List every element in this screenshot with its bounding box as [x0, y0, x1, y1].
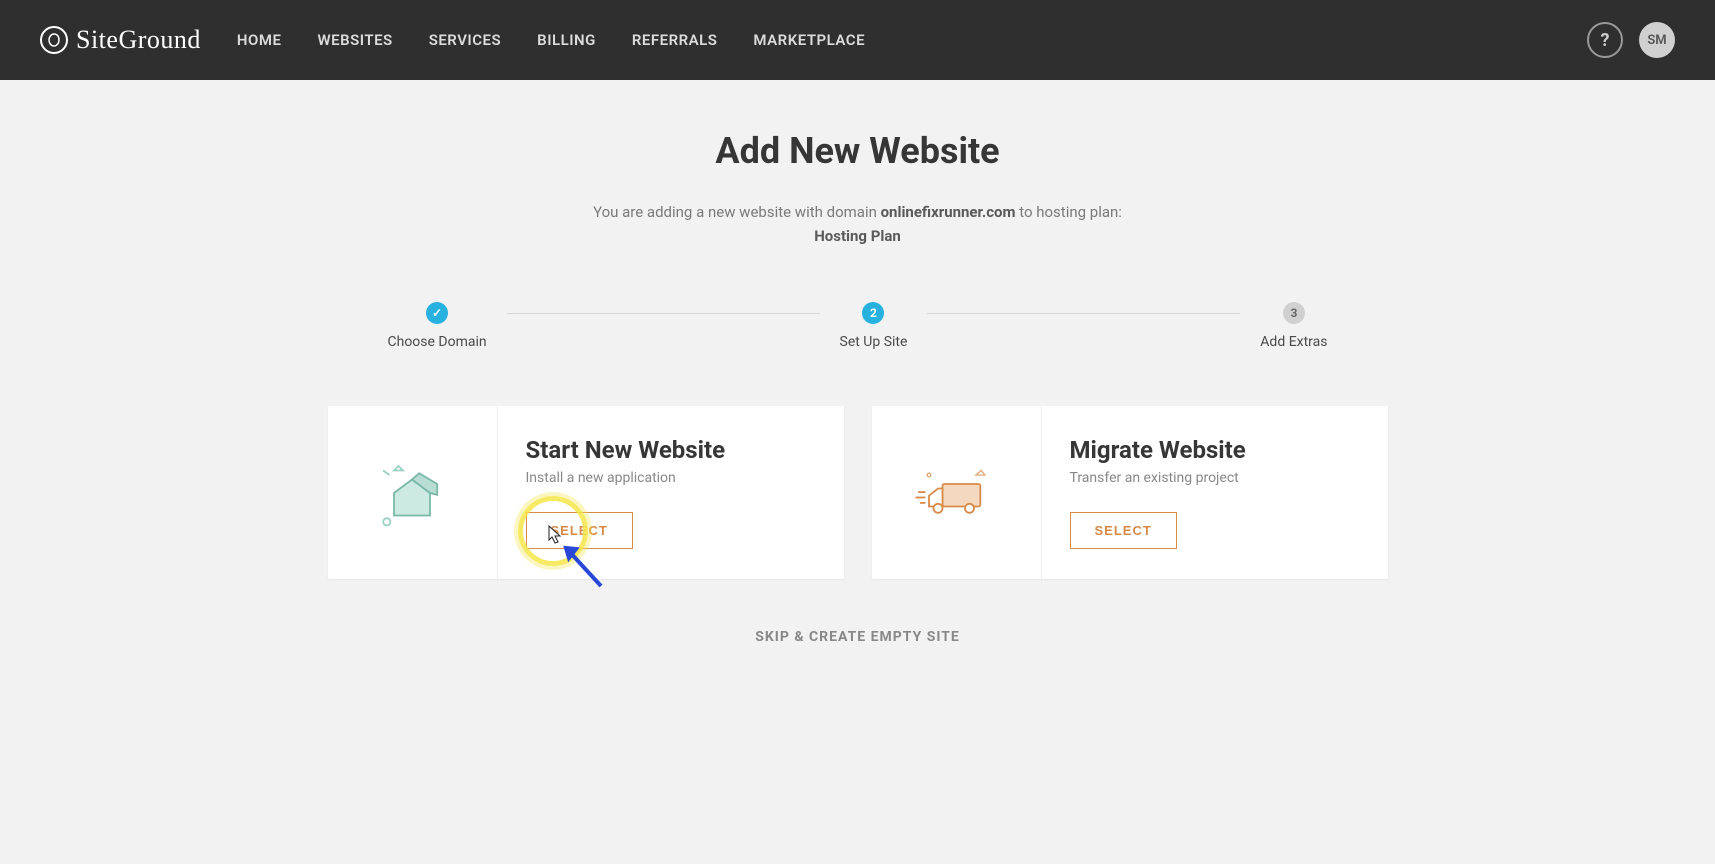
- card-migrate-website: Migrate Website Transfer an existing pro…: [872, 406, 1388, 579]
- card-migrate-title: Migrate Website: [1070, 436, 1360, 464]
- header-right: ? SM: [1587, 22, 1675, 58]
- step-2-circle: 2: [862, 302, 884, 324]
- step-choose-domain: Choose Domain: [368, 302, 507, 350]
- card-start-body: Start New Website Install a new applicat…: [498, 406, 844, 579]
- step-set-up-site: 2 Set Up Site: [820, 302, 928, 350]
- page-subtitle: You are adding a new website with domain…: [328, 200, 1388, 248]
- card-migrate-desc: Transfer an existing project: [1070, 470, 1360, 486]
- skip-create-empty-link[interactable]: SKIP & CREATE EMPTY SITE: [328, 629, 1388, 645]
- main-nav: HOME WEBSITES SERVICES BILLING REFERRALS…: [237, 31, 865, 49]
- logo-icon: [40, 26, 68, 54]
- brand-name: SiteGround: [76, 25, 201, 55]
- step-2-label: Set Up Site: [840, 334, 908, 350]
- step-3-label: Add Extras: [1260, 334, 1327, 350]
- select-start-button[interactable]: SELECT: [526, 512, 633, 549]
- house-icon: [328, 406, 498, 579]
- step-add-extras: 3 Add Extras: [1240, 302, 1347, 350]
- option-cards: Start New Website Install a new applicat…: [328, 406, 1388, 579]
- card-start-title: Start New Website: [526, 436, 816, 464]
- nav-marketplace[interactable]: MARKETPLACE: [753, 31, 865, 49]
- page-title: Add New Website: [328, 130, 1388, 172]
- card-start-desc: Install a new application: [526, 470, 816, 486]
- truck-icon: [872, 406, 1042, 579]
- header-left: SiteGround HOME WEBSITES SERVICES BILLIN…: [40, 25, 865, 55]
- nav-websites[interactable]: WEBSITES: [317, 31, 392, 49]
- subtitle-suffix: to hosting plan:: [1015, 203, 1121, 221]
- subtitle-prefix: You are adding a new website with domain: [593, 203, 881, 221]
- step-3-circle: 3: [1283, 302, 1305, 324]
- avatar[interactable]: SM: [1639, 22, 1675, 58]
- card-migrate-body: Migrate Website Transfer an existing pro…: [1042, 406, 1388, 579]
- nav-billing[interactable]: BILLING: [537, 31, 596, 49]
- top-nav-bar: SiteGround HOME WEBSITES SERVICES BILLIN…: [0, 0, 1715, 80]
- brand-logo[interactable]: SiteGround: [40, 25, 201, 55]
- card-start-new-website: Start New Website Install a new applicat…: [328, 406, 844, 579]
- subtitle-domain: onlinefixrunner.com: [881, 203, 1016, 221]
- main-content: Add New Website You are adding a new web…: [308, 80, 1408, 645]
- help-icon[interactable]: ?: [1587, 22, 1623, 58]
- select-migrate-button[interactable]: SELECT: [1070, 512, 1177, 549]
- step-1-label: Choose Domain: [388, 334, 487, 350]
- step-1-circle-check-icon: [426, 302, 448, 324]
- nav-home[interactable]: HOME: [237, 31, 282, 49]
- wizard-steps: Choose Domain 2 Set Up Site 3 Add Extras: [328, 302, 1388, 350]
- hosting-plan-name: Hosting Plan: [814, 227, 901, 245]
- nav-services[interactable]: SERVICES: [429, 31, 501, 49]
- nav-referrals[interactable]: REFERRALS: [632, 31, 718, 49]
